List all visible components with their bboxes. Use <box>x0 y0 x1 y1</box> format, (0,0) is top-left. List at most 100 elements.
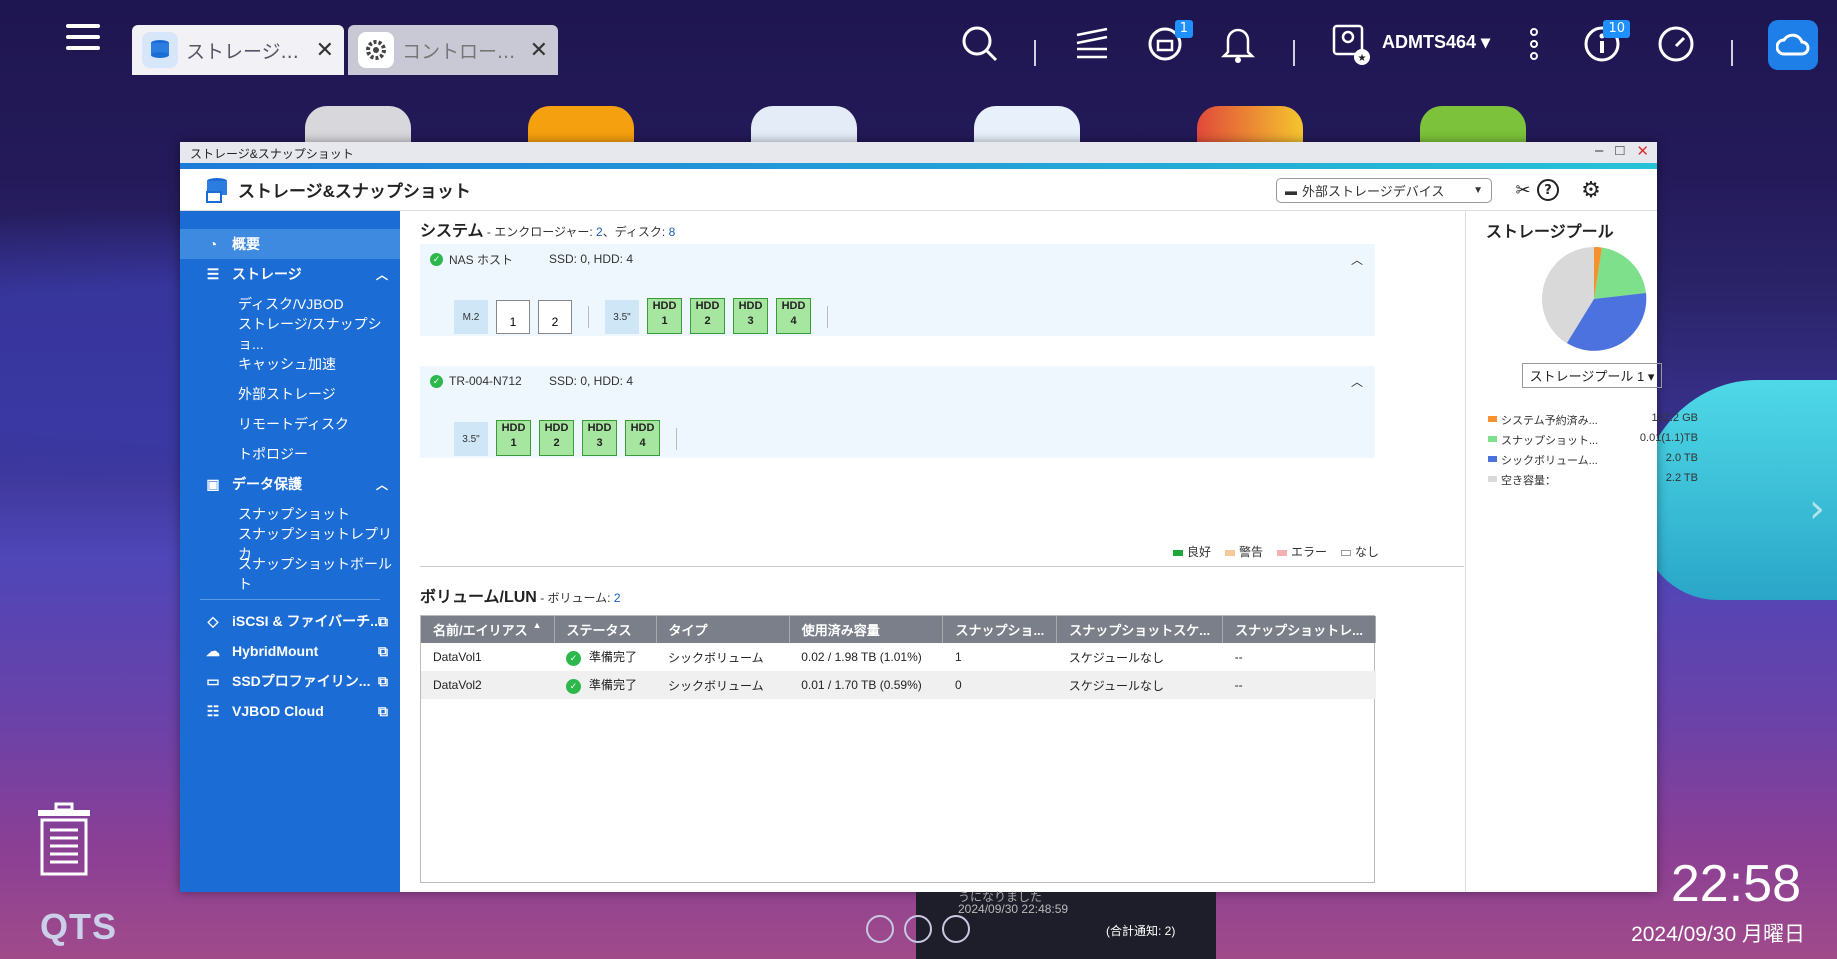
chevron-right-icon[interactable]: › <box>1809 486 1825 532</box>
table-row[interactable]: DataVol1 ✓ 準備完了 シックボリューム 0.02 / 1.98 TB (… <box>421 643 1376 671</box>
legend-value: 2.0 TB <box>1665 452 1698 464</box>
sidebar-item-remote-disk[interactable]: リモートディスク <box>180 409 400 439</box>
window-titlebar-text: ストレージ&スナップショット <box>190 147 354 161</box>
enclosure-name: NAS ホスト <box>449 252 514 267</box>
hdd-number: 1 <box>661 315 668 327</box>
column-header-type[interactable]: タイプ <box>656 616 790 643</box>
trash-icon[interactable] <box>36 802 92 878</box>
hdd-text: HDD <box>652 300 677 312</box>
chevron-up-icon[interactable]: ︿ <box>1351 251 1363 268</box>
desktop-date: 2024/09/30 月曜日 <box>1631 923 1805 946</box>
sidebar-link-iscsi[interactable]: ◇ iSCSI & ファイバーチ... ⧉ <box>180 606 400 636</box>
minimize-icon[interactable]: – <box>1595 142 1603 160</box>
username-dropdown[interactable]: ADMTS464 ▾ <box>1382 32 1490 53</box>
volume-status: ✓ 準備完了 <box>554 643 656 671</box>
storage-app-icon <box>206 177 227 203</box>
notification-bell-icon[interactable] <box>1216 22 1260 66</box>
hdd-slot[interactable]: HDD 3 <box>733 298 768 334</box>
close-icon[interactable]: ✕ <box>530 38 548 63</box>
storage-pool-dropdown[interactable]: ストレージプール 1 ▾ <box>1522 363 1662 388</box>
hdd-slot[interactable]: HDD 3 <box>582 420 617 456</box>
hdd-text: HDD <box>501 422 526 434</box>
chevron-up-icon[interactable]: ︿ <box>1351 373 1363 390</box>
volume-type: シックボリューム <box>656 671 790 699</box>
legend-warning: 警告 <box>1238 545 1263 559</box>
hdd-slot[interactable]: HDD 1 <box>647 298 682 334</box>
status-ok-icon: ✓ <box>566 651 582 666</box>
tray-app-icon[interactable] <box>942 915 970 943</box>
legend-swatch <box>1488 476 1497 482</box>
external-storage-device-dropdown[interactable]: ▬ 外部ストレージデバイス ▼ <box>1276 178 1492 203</box>
backup-icon[interactable]: 1 <box>1143 20 1193 66</box>
column-header-snapshot-replica[interactable]: スナップショットレ... <box>1222 616 1376 643</box>
chevron-up-icon: ︿ <box>375 267 388 282</box>
search-icon[interactable] <box>958 22 1002 66</box>
diagnostic-tool-icon[interactable]: ✂ <box>1512 179 1534 201</box>
myqnapcloud-icon[interactable] <box>1768 20 1818 70</box>
sidebar-item-data-protection[interactable]: ▣ データ保護 ︿ <box>180 469 400 499</box>
settings-gear-icon[interactable]: ⚙ <box>1580 178 1602 203</box>
column-header-status[interactable]: ステータス <box>554 616 657 643</box>
hdd-number: 2 <box>553 437 560 449</box>
hdd-slot[interactable]: HDD 2 <box>539 420 574 456</box>
hdd-text: HDD <box>544 422 569 434</box>
legend-swatch <box>1488 456 1497 462</box>
enclosure-tr-004[interactable]: ✓ TR-004-N712 SSD: 0, HDD: 4 ︿ 3.5" HDD 1… <box>420 366 1375 458</box>
info-icon[interactable]: 10 <box>1580 20 1630 66</box>
sidebar-link-hybridmount[interactable]: ☁ HybridMount ⧉ <box>180 636 400 666</box>
dashboard-gauge-icon[interactable] <box>1654 22 1698 66</box>
sidebar-item-storage-snapshots[interactable]: ストレージ/スナップショ... <box>180 316 400 352</box>
sidebar-item-overview[interactable]: ◔ 概要 <box>180 229 400 259</box>
hdd-slot[interactable]: HDD 1 <box>496 420 531 456</box>
maximize-icon[interactable]: □ <box>1615 142 1624 160</box>
column-header-snapshots[interactable]: スナップショ... <box>942 616 1058 643</box>
m2-slot[interactable]: 2 <box>538 300 572 334</box>
user-icon[interactable]: ★ <box>1328 22 1372 66</box>
sidebar-item-snapshot-vault[interactable]: スナップショットボールト <box>180 556 400 592</box>
storage-pool-pie-chart[interactable] <box>1540 245 1648 353</box>
main-menu-icon[interactable] <box>66 24 100 60</box>
top-bar: ストレージ... ✕ コントロー... ✕ 1 ★ ADMTS464 ▾ 10 <box>0 0 1837 90</box>
tab-label: ストレージ... <box>186 40 299 63</box>
hdd-text: HDD <box>738 300 763 312</box>
column-header-name[interactable]: 名前/エイリアス ▲ <box>421 616 555 643</box>
hdd-text: HDD <box>630 422 655 434</box>
legend-label: スナップショット... <box>1501 435 1599 447</box>
help-icon[interactable]: ? <box>1537 179 1559 201</box>
enclosure-nas-host[interactable]: ✓ NAS ホスト SSD: 0, HDD: 4 ︿ M.2 1 2 3.5" … <box>420 244 1375 336</box>
legend-none: なし <box>1354 545 1379 559</box>
volume-schedule: スケジュールなし <box>1068 650 1164 665</box>
sidebar-item-external-storage[interactable]: 外部ストレージ <box>180 379 400 409</box>
sidebar-link-ssd-profiling[interactable]: ▭ SSDプロファイリン... ⧉ <box>180 666 400 696</box>
volume-used: 0.02 / 1.98 TB (1.01%) <box>801 650 922 664</box>
sort-arrow-icon: ▲ <box>532 620 542 630</box>
separator <box>1034 40 1036 66</box>
column-header-snapshot-schedule[interactable]: スナップショットスケ... <box>1056 616 1224 643</box>
close-icon[interactable]: ✕ <box>316 38 334 63</box>
hdd-slot[interactable]: HDD 4 <box>625 420 660 456</box>
more-options-icon[interactable] <box>1512 22 1556 66</box>
external-link-icon: ⧉ <box>378 612 388 629</box>
hdd-slot[interactable]: HDD 2 <box>690 298 725 334</box>
tab-control-panel[interactable]: コントロー... ✕ <box>348 25 558 75</box>
sidebar-item-storage[interactable]: ☰ ストレージ ︿ <box>180 259 400 289</box>
chevron-down-icon: ▼ <box>1473 185 1483 196</box>
m2-slot[interactable]: 1 <box>496 300 530 334</box>
svg-text:★: ★ <box>1358 53 1367 64</box>
separator <box>676 428 677 450</box>
sidebar-link-vjbod-cloud[interactable]: ☷ VJBOD Cloud ⧉ <box>180 696 400 726</box>
hdd-slot[interactable]: HDD 4 <box>776 298 811 334</box>
close-icon[interactable]: ✕ <box>1636 142 1649 160</box>
status-ok-icon: ✓ <box>566 679 582 694</box>
tray-helpdesk-icon[interactable] <box>904 915 932 943</box>
tab-storage[interactable]: ストレージ... ✕ <box>132 25 344 75</box>
volume-snapshots: 0 <box>942 671 1057 699</box>
legend-good: 良好 <box>1186 545 1211 559</box>
background-tasks-icon[interactable] <box>1070 22 1114 66</box>
volumes-heading: ボリューム/LUN - ボリューム: 2 <box>420 583 621 607</box>
sidebar-item-topology[interactable]: トポロジー <box>180 439 400 469</box>
status-ok-icon: ✓ <box>430 252 443 266</box>
column-header-used[interactable]: 使用済み容量 <box>789 616 944 643</box>
tray-cloud-icon[interactable] <box>866 915 894 943</box>
table-row[interactable]: DataVol2 ✓ 準備完了 シックボリューム 0.01 / 1.70 TB (… <box>421 671 1376 699</box>
